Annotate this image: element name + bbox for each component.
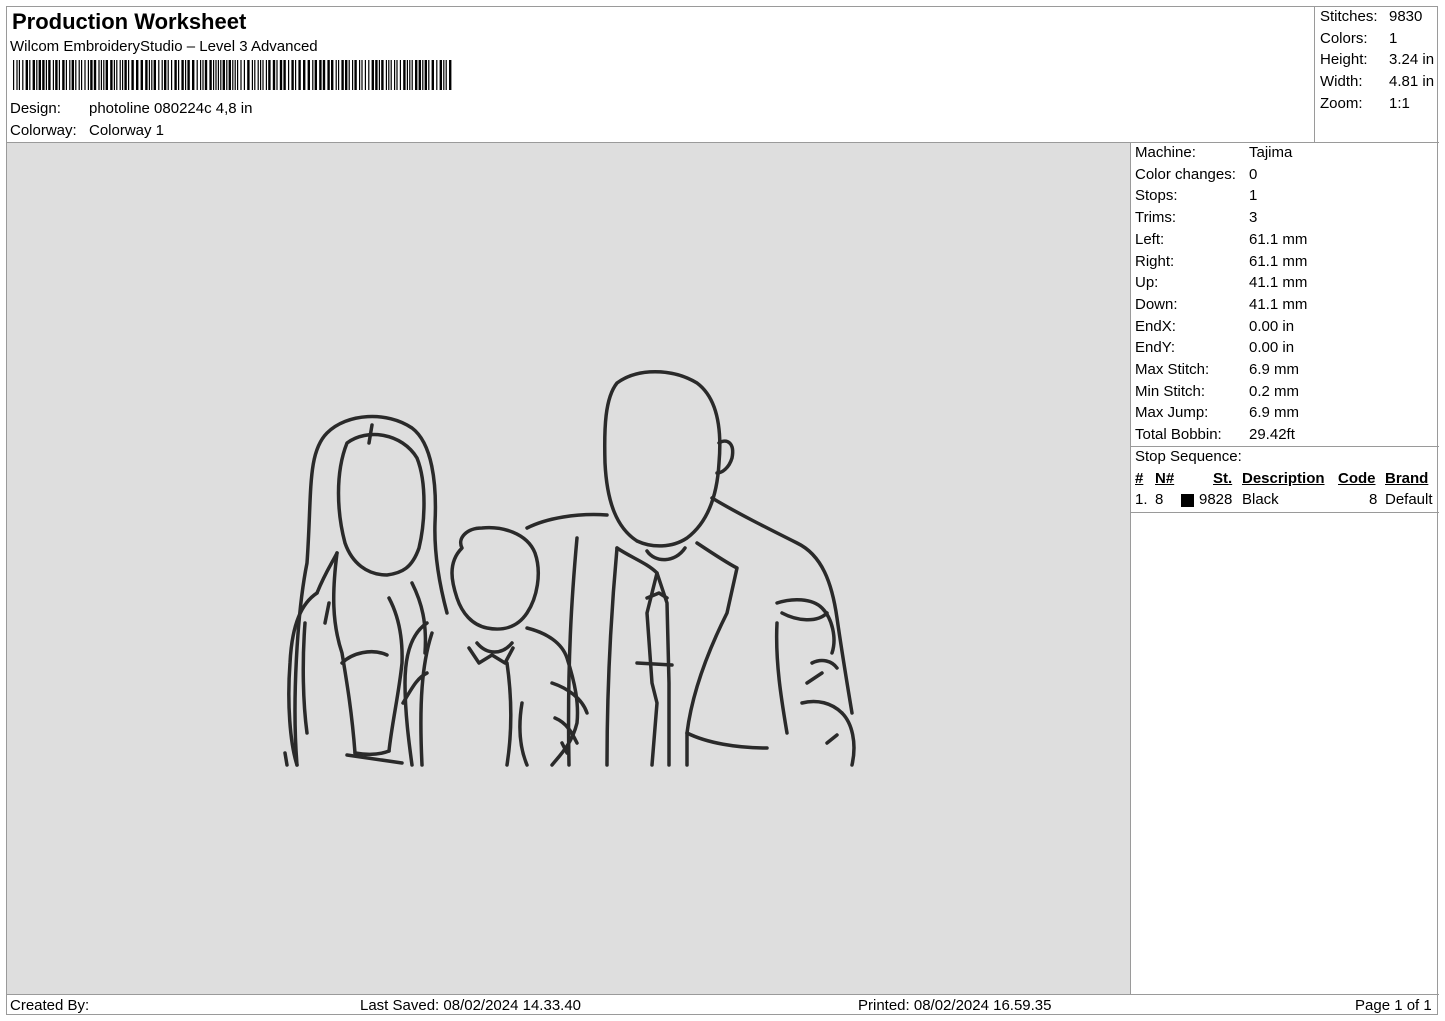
property-label: Left:	[1135, 230, 1165, 248]
last-saved: Last Saved: 08/02/2024 14.33.40	[360, 997, 582, 1014]
property-label: EndY:	[1135, 339, 1176, 357]
divider	[1131, 512, 1439, 513]
colorway-label: Colorway:	[10, 122, 77, 139]
property-row: Max Stitch: 6.9 mm	[1135, 361, 1299, 378]
property-row: Down: 41.1 mm	[1135, 296, 1307, 313]
color-swatch	[1181, 494, 1194, 507]
property-value: 0	[1249, 165, 1258, 183]
printed-date: Printed: 08/02/2024 16.59.35	[858, 997, 1052, 1014]
col-header-num: #	[1135, 470, 1144, 487]
height-row: Height: 3.24 in	[1320, 51, 1434, 68]
design-label: Design:	[10, 100, 61, 117]
machine-info-panel: Machine: Tajima Color changes: 0 Stops: 1 Trim…	[1131, 143, 1439, 994]
property-value: 3	[1249, 209, 1258, 227]
col-header-code: Code	[1338, 470, 1376, 487]
page-number: Page 1 of 1	[1355, 997, 1432, 1014]
property-row: EndY: 0.00 in	[1135, 339, 1294, 356]
stitches-label: Stitches:	[1320, 8, 1378, 25]
property-value: 41.1 mm	[1249, 274, 1308, 292]
property-value: 6.9 mm	[1249, 404, 1300, 422]
property-value: 41.1 mm	[1249, 295, 1308, 313]
property-label: Right:	[1135, 252, 1175, 270]
property-value: 29.42ft	[1249, 426, 1295, 444]
row-stitches: 9828	[1199, 491, 1233, 508]
property-label: Down:	[1135, 295, 1178, 313]
colorway-row: Colorway: Colorway 1	[10, 122, 164, 139]
property-row: EndX: 0.00 in	[1135, 318, 1294, 335]
property-label: Max Jump:	[1135, 404, 1209, 422]
property-row: Left: 61.1 mm	[1135, 231, 1307, 248]
property-value: 6.9 mm	[1249, 361, 1300, 378]
property-label: Total Bobbin:	[1135, 426, 1222, 444]
embroidery-outline-image	[283, 370, 856, 767]
man-head-outline	[602, 370, 722, 548]
property-value: Tajima	[1249, 144, 1293, 161]
property-row: Right: 61.1 mm	[1135, 253, 1307, 270]
col-header-description: Description	[1242, 470, 1325, 487]
width-row: Width: 4.81 in	[1320, 73, 1434, 90]
colors-row: Colors: 1	[1320, 30, 1397, 47]
colors-label: Colors:	[1320, 30, 1368, 47]
design-row: Design: photoline 080224c 4,8 in	[10, 100, 252, 117]
zoom-value: 1:1	[1389, 95, 1410, 112]
page-title: Production Worksheet	[12, 9, 247, 34]
header: Production Worksheet Wilcom EmbroiderySt…	[7, 7, 1315, 143]
worksheet-frame: Production Worksheet Wilcom EmbroiderySt…	[6, 6, 1439, 1016]
design-value: photoline 080224c 4,8 in	[89, 100, 253, 117]
property-row: Stops: 1	[1135, 187, 1257, 204]
barcode	[13, 60, 452, 90]
row-code: 8	[1369, 491, 1378, 508]
property-row: Machine: Tajima	[1135, 144, 1292, 161]
row-description: Black	[1242, 491, 1279, 508]
property-row: Min Stitch: 0.2 mm	[1135, 383, 1299, 400]
property-label: EndX:	[1135, 317, 1176, 335]
row-brand: Default	[1385, 491, 1433, 508]
property-label: Trims:	[1135, 209, 1177, 227]
colors-value: 1	[1389, 30, 1398, 47]
property-value: 1	[1249, 187, 1258, 205]
property-value: 61.1 mm	[1249, 230, 1308, 248]
stop-sequence-title: Stop Sequence:	[1135, 448, 1242, 465]
width-label: Width:	[1320, 73, 1363, 90]
zoom-row: Zoom: 1:1	[1320, 95, 1410, 112]
row-needle: 8	[1155, 491, 1164, 508]
property-value: 61.1 mm	[1249, 252, 1308, 270]
divider	[1131, 446, 1439, 447]
stitches-value: 9830	[1389, 8, 1423, 25]
property-value: 0.00 in	[1249, 339, 1295, 357]
created-by: Created By:	[10, 997, 90, 1014]
col-header-needle: N#	[1155, 470, 1175, 487]
height-label: Height:	[1320, 51, 1368, 68]
width-value: 4.81 in	[1389, 73, 1435, 90]
colorway-value: Colorway 1	[89, 122, 165, 139]
property-label: Color changes:	[1135, 165, 1236, 183]
property-label: Min Stitch:	[1135, 382, 1206, 400]
property-row: Trims: 3	[1135, 209, 1257, 226]
height-value: 3.24 in	[1389, 51, 1435, 68]
property-label: Machine:	[1135, 144, 1196, 161]
col-header-brand: Brand	[1385, 470, 1429, 487]
design-preview	[7, 143, 1131, 994]
property-label: Max Stitch:	[1135, 361, 1210, 378]
property-row: Color changes: 0	[1135, 166, 1257, 183]
zoom-label: Zoom:	[1320, 95, 1363, 112]
stitches-row: Stitches: 9830	[1320, 8, 1422, 25]
property-value: 0.2 mm	[1249, 382, 1300, 400]
footer: Created By: Last Saved: 08/02/2024 14.33…	[7, 994, 1439, 1016]
property-value: 0.00 in	[1249, 317, 1295, 335]
property-row: Up: 41.1 mm	[1135, 274, 1307, 291]
design-stats: Stitches: 9830 Colors: 1 Height: 3.24 in Wi…	[1315, 7, 1439, 143]
property-label: Stops:	[1135, 187, 1178, 205]
row-num: 1.	[1135, 491, 1148, 508]
software-name: Wilcom EmbroideryStudio – Level 3 Advanc…	[10, 38, 318, 55]
property-label: Up:	[1135, 274, 1159, 292]
col-header-stitches: St.	[1213, 470, 1233, 487]
property-row: Max Jump: 6.9 mm	[1135, 404, 1299, 421]
boy-head-outline	[450, 525, 541, 631]
property-row: Total Bobbin: 29.42ft	[1135, 426, 1295, 443]
woman-face-outline	[336, 432, 426, 577]
